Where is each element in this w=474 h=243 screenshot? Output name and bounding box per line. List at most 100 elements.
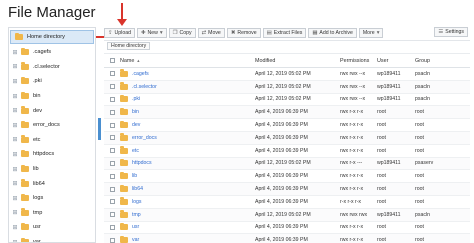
expand-icon[interactable]: ⊞ xyxy=(12,93,18,100)
expand-icon[interactable]: ⊞ xyxy=(12,151,18,158)
table-row[interactable]: dev April 4, 2019 06:39 PM rwx r-x r-x root… xyxy=(104,119,470,132)
new-button[interactable]: ✚ New ▾ xyxy=(136,27,167,38)
add-to-archive-button[interactable]: ▦ Add to Archive xyxy=(308,27,357,38)
tree-item[interactable]: ⊞ error_docs xyxy=(9,118,95,133)
folder-icon xyxy=(120,171,128,180)
expand-icon[interactable]: ⊞ xyxy=(12,78,18,85)
table-row[interactable]: etc April 4, 2019 06:39 PM rwx r-x r-x root… xyxy=(104,145,470,158)
tree-item[interactable]: ⊞ .cl.selector xyxy=(9,60,95,75)
row-checkbox[interactable] xyxy=(109,135,115,141)
tree-item[interactable]: ⊞ logs xyxy=(9,191,95,206)
breadcrumb-home-directory[interactable]: Home directory xyxy=(107,42,151,50)
file-name-link[interactable]: bin xyxy=(132,109,139,115)
row-checkbox[interactable] xyxy=(109,199,115,205)
file-name-link[interactable]: .cl.selector xyxy=(132,84,157,90)
tree-item[interactable]: ⊞ dev xyxy=(9,103,95,118)
tree-item[interactable]: ⊞ lib64 xyxy=(9,176,95,191)
column-header-permissions[interactable]: Permissions xyxy=(340,58,377,64)
folder-icon xyxy=(21,76,29,85)
folder-icon xyxy=(120,120,128,129)
expand-icon[interactable]: ⊞ xyxy=(12,195,18,202)
table-row[interactable]: error_docs April 4, 2019 06:39 PM rwx r-x … xyxy=(104,131,470,145)
row-checkbox[interactable] xyxy=(109,96,115,102)
settings-button[interactable]: ☰ Settings xyxy=(434,27,468,37)
file-name-link[interactable]: lib xyxy=(132,173,137,179)
expand-icon[interactable]: ⊞ xyxy=(12,180,18,187)
file-name-link[interactable]: httpdocs xyxy=(132,160,152,166)
extract-label: Extract Files xyxy=(273,29,303,36)
file-name-link[interactable]: error_docs xyxy=(132,135,157,141)
file-name-link[interactable]: var xyxy=(132,237,139,243)
table-row[interactable]: var April 4, 2019 06:39 PM rwx r-x r-x root… xyxy=(104,234,470,243)
tree-item[interactable]: ⊞ var xyxy=(9,235,95,242)
file-name-link[interactable]: dev xyxy=(132,122,140,128)
tree-item-label: etc xyxy=(33,136,41,143)
tree-item[interactable]: ⊞ etc xyxy=(9,133,95,148)
more-button[interactable]: More ▾ xyxy=(358,27,384,38)
row-checkbox[interactable] xyxy=(109,224,115,230)
file-name-link[interactable]: etc xyxy=(132,148,139,154)
tree-item[interactable]: ⊞ bin xyxy=(9,89,95,104)
sidebar-resize-handle[interactable] xyxy=(98,118,101,140)
table-row[interactable]: logs April 4, 2019 06:39 PM r-x r-x r-x roo… xyxy=(104,196,470,209)
select-all-checkbox[interactable] xyxy=(109,58,115,63)
row-checkbox[interactable] xyxy=(109,109,115,115)
expand-icon[interactable]: ⊞ xyxy=(12,209,18,216)
folder-icon xyxy=(120,82,128,90)
row-checkbox[interactable] xyxy=(109,173,115,179)
row-checkbox[interactable] xyxy=(109,148,115,154)
column-header-modified[interactable]: Modified xyxy=(255,58,340,64)
tree-item[interactable]: ⊞ httpdocs xyxy=(9,147,95,162)
table-row[interactable]: bin April 4, 2019 06:39 PM rwx r-x r-x root… xyxy=(104,106,470,120)
column-header-name[interactable]: Name ▲ xyxy=(120,58,255,64)
file-name-link[interactable]: usr xyxy=(132,224,139,230)
expand-icon[interactable]: ⊞ xyxy=(12,224,18,231)
tree-item-home-directory[interactable]: Home directory xyxy=(10,30,94,44)
expand-icon[interactable]: ⊞ xyxy=(12,63,18,70)
extract-files-button[interactable]: ▤ Extract Files xyxy=(262,27,307,38)
table-row[interactable]: lib April 4, 2019 06:39 PM rwx r-x r-x root… xyxy=(104,170,470,184)
row-checkbox[interactable] xyxy=(109,71,115,77)
row-checkbox[interactable] xyxy=(109,84,115,90)
table-row[interactable]: usr April 4, 2019 06:39 PM rwx r-x r-x root… xyxy=(104,222,470,235)
group-cell: root xyxy=(415,173,424,180)
column-header-user[interactable]: User xyxy=(377,58,415,64)
row-checkbox[interactable] xyxy=(109,186,115,192)
table-row[interactable]: .cagefs April 12, 2019 05:02 PM rwx rwx --… xyxy=(104,68,470,81)
expand-icon[interactable]: ⊞ xyxy=(12,49,18,56)
expand-icon[interactable]: ⊞ xyxy=(12,107,18,114)
table-row[interactable]: .cl.selector April 12, 2019 05:02 PM rwx r… xyxy=(104,80,470,94)
row-checkbox[interactable] xyxy=(109,122,115,128)
file-name-link[interactable]: .cagefs xyxy=(132,71,149,77)
tree-item[interactable]: ⊞ .cagefs xyxy=(9,45,95,60)
file-name-link[interactable]: tmp xyxy=(132,212,141,218)
upload-button[interactable]: ⇪ Upload xyxy=(104,27,135,38)
file-name-link[interactable]: .pki xyxy=(132,96,140,102)
table-row[interactable]: lib64 April 4, 2019 06:39 PM rwx r-x r-x ro… xyxy=(104,183,470,196)
tree-item[interactable]: ⊞ usr xyxy=(9,220,95,235)
table-row[interactable]: tmp April 12, 2019 05:02 PM rwx rwx rwx wp1… xyxy=(104,208,470,222)
group-cell: root xyxy=(415,147,424,154)
row-checkbox[interactable] xyxy=(109,160,115,166)
archive-icon: ▦ xyxy=(312,29,318,36)
row-checkbox[interactable] xyxy=(109,237,115,243)
file-name-link[interactable]: logs xyxy=(132,199,142,205)
tree-item[interactable]: ⊞ .pki xyxy=(9,74,95,89)
tree-item[interactable]: ⊞ lib xyxy=(9,162,95,177)
table-row[interactable]: httpdocs April 12, 2019 05:02 PM rwx r-x -… xyxy=(104,157,470,171)
expand-icon[interactable]: ⊞ xyxy=(12,239,18,242)
expand-icon[interactable]: ⊞ xyxy=(12,122,18,129)
expand-icon[interactable]: ⊞ xyxy=(12,166,18,173)
move-button[interactable]: ⇄ Move xyxy=(197,27,225,38)
row-checkbox[interactable] xyxy=(109,212,115,218)
expand-icon[interactable]: ⊞ xyxy=(12,136,18,143)
tree-item[interactable]: ⊞ tmp xyxy=(9,206,95,221)
tree-item-label: .cagefs xyxy=(33,49,52,56)
column-header-group[interactable]: Group xyxy=(415,58,465,64)
copy-button[interactable]: ❐ Copy xyxy=(168,27,196,38)
remove-button[interactable]: ✖ Remove xyxy=(226,27,261,38)
group-cell: root xyxy=(415,237,424,243)
file-name-link[interactable]: lib64 xyxy=(132,186,143,192)
folder-icon xyxy=(120,69,128,77)
table-row[interactable]: .pki April 12, 2019 05:02 PM rwx rwx --x wp… xyxy=(104,94,470,107)
